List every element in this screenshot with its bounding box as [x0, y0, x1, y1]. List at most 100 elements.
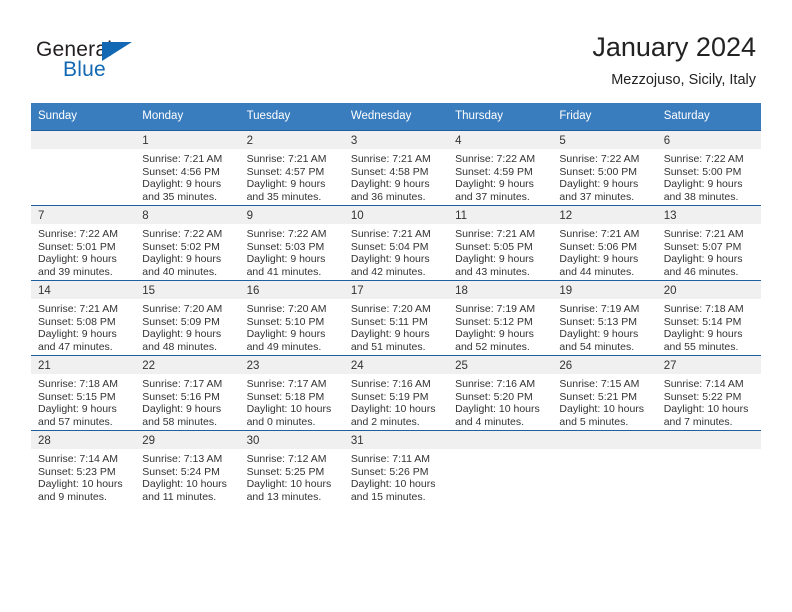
day-number: 26 — [552, 356, 657, 374]
day-details — [657, 449, 761, 453]
calendar-day-cell[interactable]: 13 Sunrise: 7:21 AM Sunset: 5:07 PM Dayligh… — [656, 205, 761, 281]
day-detail-line: Daylight: 9 hours — [38, 403, 117, 416]
calendar-day-cell[interactable]: 19 Sunrise: 7:19 AM Sunset: 5:13 PM Dayligh… — [552, 280, 657, 356]
day-details: Sunrise: 7:22 AM Sunset: 5:01 PM Daylight:… — [31, 224, 135, 278]
day-detail-line: and 49 minutes. — [246, 340, 322, 353]
day-detail-line: and 2 minutes. — [350, 415, 420, 428]
calendar-day-cell[interactable]: 21 Sunrise: 7:18 AM Sunset: 5:15 PM Dayligh… — [31, 355, 136, 431]
calendar-day-cell[interactable]: 22 Sunrise: 7:17 AM Sunset: 5:16 PM Dayligh… — [135, 355, 240, 431]
calendar-day-cell[interactable]: 23 Sunrise: 7:17 AM Sunset: 5:18 PM Dayligh… — [239, 355, 344, 431]
calendar-header-row: Sunday Monday Tuesday Wednesday Thursday Frid… — [31, 103, 761, 131]
day-number: 12 — [552, 206, 657, 224]
calendar-day-cell[interactable]: 29 Sunrise: 7:13 AM Sunset: 5:24 PM Dayligh… — [135, 430, 240, 505]
day-number — [448, 431, 553, 449]
day-cell-inner: 18 Sunrise: 7:19 AM Sunset: 5:12 PM Dayligh… — [448, 281, 553, 355]
calendar-day-cell[interactable]: 2 Sunrise: 7:21 AM Sunset: 4:57 PM Daylight… — [239, 130, 344, 206]
day-details: Sunrise: 7:21 AM Sunset: 4:56 PM Daylight:… — [135, 149, 239, 203]
day-detail-line: Sunrise: 7:21 AM — [142, 153, 223, 165]
day-detail-line: Sunrise: 7:20 AM — [246, 303, 327, 315]
day-details — [552, 449, 656, 453]
day-number: 23 — [239, 356, 344, 374]
day-details: Sunrise: 7:19 AM Sunset: 5:13 PM Daylight:… — [552, 299, 656, 353]
calendar-day-cell[interactable]: 10 Sunrise: 7:21 AM Sunset: 5:04 PM Dayligh… — [343, 205, 449, 281]
calendar-day-cell[interactable]: 30 Sunrise: 7:12 AM Sunset: 5:25 PM Dayligh… — [239, 430, 344, 505]
day-cell-inner: 12 Sunrise: 7:21 AM Sunset: 5:06 PM Dayligh… — [552, 206, 657, 280]
day-detail-line: Sunrise: 7:18 AM — [38, 378, 118, 390]
day-detail-line: Sunset: 5:03 PM — [246, 240, 325, 253]
calendar-day-cell[interactable]: 7 Sunrise: 7:22 AM Sunset: 5:01 PM Daylight… — [31, 205, 136, 281]
day-detail-line: Sunrise: 7:19 AM — [455, 303, 536, 315]
calendar-day-cell[interactable]: 16 Sunrise: 7:20 AM Sunset: 5:10 PM Dayligh… — [239, 280, 344, 356]
calendar-week-row: 7 Sunrise: 7:22 AM Sunset: 5:01 PM Daylight… — [31, 205, 761, 281]
calendar-week-row: 14 Sunrise: 7:21 AM Sunset: 5:08 PM Dayligh… — [31, 280, 761, 356]
calendar-day-cell[interactable]: 3 Sunrise: 7:21 AM Sunset: 4:58 PM Daylight… — [343, 130, 449, 206]
calendar-day-cell[interactable]: 8 Sunrise: 7:22 AM Sunset: 5:02 PM Daylight… — [135, 205, 240, 281]
day-cell-inner: 6 Sunrise: 7:22 AM Sunset: 5:00 PM Daylight… — [656, 131, 761, 205]
calendar-day-cell[interactable]: 15 Sunrise: 7:20 AM Sunset: 5:09 PM Dayligh… — [135, 280, 240, 356]
calendar-day-cell[interactable]: 18 Sunrise: 7:19 AM Sunset: 5:12 PM Dayligh… — [448, 280, 553, 356]
page-header: General Blue January 2024 Mezzojuso, Sic… — [0, 0, 792, 103]
calendar-day-cell[interactable]: 31 Sunrise: 7:11 AM Sunset: 5:26 PM Dayligh… — [343, 430, 449, 505]
calendar-week-row: 28 Sunrise: 7:14 AM Sunset: 5:23 PM Dayligh… — [31, 430, 761, 505]
calendar-day-cell[interactable]: 6 Sunrise: 7:22 AM Sunset: 5:00 PM Daylight… — [656, 130, 761, 206]
day-detail-line: Sunset: 4:57 PM — [246, 165, 325, 178]
day-detail-line: and 52 minutes. — [455, 340, 530, 353]
day-details: Sunrise: 7:11 AM Sunset: 5:26 PM Daylight:… — [344, 449, 448, 503]
day-cell-inner: 24 Sunrise: 7:16 AM Sunset: 5:19 PM Dayligh… — [343, 356, 449, 430]
day-cell-inner: 31 Sunrise: 7:11 AM Sunset: 5:26 PM Dayligh… — [343, 431, 449, 505]
calendar-day-cell[interactable]: 26 Sunrise: 7:15 AM Sunset: 5:21 PM Dayligh… — [552, 355, 657, 431]
weekday-header-row: Sunday Monday Tuesday Wednesday Thursday Frid… — [31, 103, 761, 131]
day-detail-line: Sunrise: 7:15 AM — [559, 378, 640, 390]
calendar-day-cell[interactable]: 17 Sunrise: 7:20 AM Sunset: 5:11 PM Dayligh… — [343, 280, 449, 356]
weekday-header-thursday: Thursday — [448, 103, 553, 131]
calendar-day-cell[interactable]: 9 Sunrise: 7:22 AM Sunset: 5:03 PM Daylight… — [239, 205, 344, 281]
day-number: 7 — [31, 206, 136, 224]
day-detail-line: and 11 minutes. — [142, 490, 217, 503]
day-detail-line: Sunrise: 7:21 AM — [559, 228, 640, 240]
day-number: 10 — [343, 206, 449, 224]
day-detail-line: Daylight: 10 hours — [663, 403, 749, 416]
day-detail-line: and 54 minutes. — [559, 340, 635, 353]
day-detail-line: Sunset: 5:13 PM — [559, 315, 638, 328]
calendar-day-cell[interactable]: 14 Sunrise: 7:21 AM Sunset: 5:08 PM Dayligh… — [31, 280, 136, 356]
day-number: 3 — [343, 131, 449, 149]
day-cell-inner: 11 Sunrise: 7:21 AM Sunset: 5:05 PM Dayligh… — [448, 206, 553, 280]
calendar-day-cell[interactable]: 5 Sunrise: 7:22 AM Sunset: 5:00 PM Daylight… — [552, 130, 657, 206]
day-detail-line: Daylight: 9 hours — [246, 253, 326, 266]
general-blue-logo[interactable]: General Blue — [36, 38, 236, 84]
day-number: 5 — [552, 131, 657, 149]
calendar-day-cell[interactable]: 28 Sunrise: 7:14 AM Sunset: 5:23 PM Dayligh… — [31, 430, 136, 505]
day-details: Sunrise: 7:18 AM Sunset: 5:15 PM Daylight:… — [31, 374, 135, 428]
day-details — [448, 449, 552, 453]
calendar-grid: Sunday Monday Tuesday Wednesday Thursday Frid… — [31, 103, 761, 505]
day-detail-line: Daylight: 10 hours — [38, 478, 123, 491]
day-detail-line: and 58 minutes. — [142, 415, 217, 428]
day-cell-inner — [552, 431, 657, 505]
day-detail-line: and 15 minutes. — [350, 490, 426, 503]
day-detail-line: Sunset: 5:02 PM — [142, 240, 220, 253]
day-detail-line: Daylight: 9 hours — [142, 253, 222, 266]
calendar-day-cell[interactable]: 27 Sunrise: 7:14 AM Sunset: 5:22 PM Dayligh… — [656, 355, 761, 431]
day-details: Sunrise: 7:21 AM Sunset: 5:08 PM Daylight:… — [31, 299, 135, 353]
day-number: 14 — [31, 281, 136, 299]
day-detail-line: Sunrise: 7:21 AM — [663, 228, 744, 240]
day-details: Sunrise: 7:13 AM Sunset: 5:24 PM Daylight:… — [135, 449, 239, 503]
day-cell-inner: 5 Sunrise: 7:22 AM Sunset: 5:00 PM Daylight… — [552, 131, 657, 205]
calendar-day-cell[interactable]: 12 Sunrise: 7:21 AM Sunset: 5:06 PM Dayligh… — [552, 205, 657, 281]
day-detail-line: Sunrise: 7:20 AM — [350, 303, 431, 315]
calendar-day-cell[interactable]: 4 Sunrise: 7:22 AM Sunset: 4:59 PM Daylight… — [448, 130, 553, 206]
day-cell-inner: 3 Sunrise: 7:21 AM Sunset: 4:58 PM Daylight… — [343, 131, 449, 205]
day-details: Sunrise: 7:17 AM Sunset: 5:18 PM Daylight:… — [240, 374, 344, 428]
calendar-day-cell-empty — [31, 130, 136, 206]
day-cell-inner: 16 Sunrise: 7:20 AM Sunset: 5:10 PM Dayligh… — [239, 281, 344, 355]
day-cell-inner: 15 Sunrise: 7:20 AM Sunset: 5:09 PM Dayligh… — [135, 281, 240, 355]
calendar-day-cell[interactable]: 20 Sunrise: 7:18 AM Sunset: 5:14 PM Dayligh… — [656, 280, 761, 356]
weekday-header-saturday: Saturday — [656, 103, 761, 131]
calendar-day-cell[interactable]: 1 Sunrise: 7:21 AM Sunset: 4:56 PM Daylight… — [135, 130, 240, 206]
calendar-day-cell[interactable]: 24 Sunrise: 7:16 AM Sunset: 5:19 PM Dayligh… — [343, 355, 449, 431]
day-cell-inner — [448, 431, 553, 505]
calendar-week-row: 1 Sunrise: 7:21 AM Sunset: 4:56 PM Daylight… — [31, 130, 761, 206]
calendar-day-cell[interactable]: 11 Sunrise: 7:21 AM Sunset: 5:05 PM Dayligh… — [448, 205, 553, 281]
calendar-day-cell[interactable]: 25 Sunrise: 7:16 AM Sunset: 5:20 PM Dayligh… — [448, 355, 553, 431]
day-number: 21 — [31, 356, 136, 374]
